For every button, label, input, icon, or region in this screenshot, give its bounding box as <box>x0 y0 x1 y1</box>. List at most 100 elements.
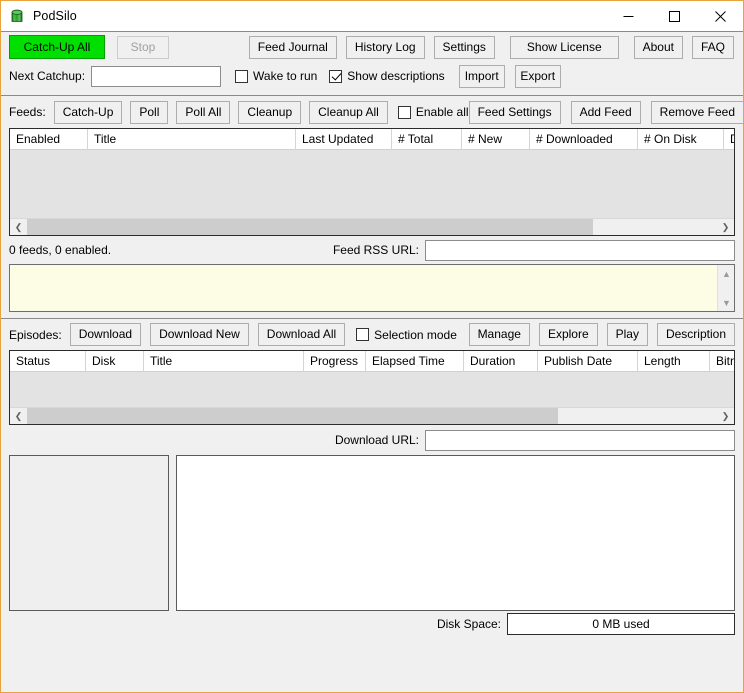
feeds-cleanup-button[interactable]: Cleanup <box>238 100 302 124</box>
add-feed-button[interactable]: Add Feed <box>570 100 641 124</box>
feeds-poll-button[interactable]: Poll <box>130 100 169 124</box>
feeds-hscroll-thumb[interactable] <box>27 218 593 235</box>
stop-button[interactable]: Stop <box>117 35 169 59</box>
feeds-cleanup-all-button[interactable]: Cleanup All <box>309 100 388 124</box>
feed-description-text[interactable] <box>10 265 717 311</box>
feeds-listview[interactable]: Enabled Title Last Updated # Total # New # Do… <box>9 128 735 236</box>
episodes-hscrollbar[interactable]: ❮ ❯ <box>10 407 734 424</box>
maximize-button[interactable] <box>651 1 697 31</box>
episodes-col-status[interactable]: Status <box>10 351 86 372</box>
next-catchup-row: Next Catchup: Wake to run Show descripti… <box>1 62 743 90</box>
scroll-left-icon[interactable]: ❮ <box>10 407 27 424</box>
episodes-hscroll-track[interactable] <box>27 407 717 424</box>
faq-button[interactable]: FAQ <box>691 35 734 59</box>
feeds-hscrollbar[interactable]: ❮ ❯ <box>10 218 734 235</box>
feeds-col-new[interactable]: # New <box>462 129 530 150</box>
show-descriptions-box[interactable] <box>329 69 343 83</box>
episodes-column-header: Status Disk Title Progress Elapsed Time Durat… <box>10 351 734 372</box>
disk-space-label: Disk Space: <box>436 617 501 631</box>
enable-all-label: Enable all <box>415 105 469 119</box>
feed-rss-url-label: Feed RSS URL: <box>332 243 419 257</box>
show-license-button[interactable]: Show License <box>509 35 619 59</box>
feeds-list-body[interactable] <box>10 150 734 218</box>
episodes-listview[interactable]: Status Disk Title Progress Elapsed Time Durat… <box>9 350 735 425</box>
feeds-col-title[interactable]: Title <box>88 129 296 150</box>
explore-button[interactable]: Explore <box>538 323 598 346</box>
feeds-col-disk-m[interactable]: Disk M <box>724 129 734 150</box>
selection-mode-box[interactable] <box>356 328 370 341</box>
feed-description-box[interactable]: ▲ ▼ <box>9 264 735 312</box>
episodes-col-length[interactable]: Length <box>638 351 710 372</box>
feeds-col-downloaded[interactable]: # Downloaded <box>530 129 638 150</box>
show-descriptions-label: Show descriptions <box>347 69 445 83</box>
download-button[interactable]: Download <box>69 323 142 346</box>
minimize-button[interactable] <box>605 1 651 31</box>
manage-button[interactable]: Manage <box>468 323 530 346</box>
feed-journal-button[interactable]: Feed Journal <box>248 35 337 59</box>
download-new-button[interactable]: Download New <box>150 323 249 346</box>
disk-space-row: Disk Space: 0 MB used <box>1 611 743 637</box>
app-window: PodSilo Catch-Up All Stop Feed Journal H… <box>0 0 744 693</box>
episodes-col-bitrate[interactable]: Bitrate <box>710 351 734 372</box>
wake-to-run-checkbox[interactable]: Wake to run <box>235 69 317 83</box>
feed-description-vscrollbar[interactable]: ▲ ▼ <box>717 265 734 311</box>
download-all-button[interactable]: Download All <box>257 323 346 346</box>
window-controls <box>605 1 743 31</box>
episodes-col-progress[interactable]: Progress <box>304 351 366 372</box>
feed-rss-url-input[interactable] <box>425 239 735 261</box>
feeds-col-on-disk[interactable]: # On Disk <box>638 129 724 150</box>
remove-feed-button[interactable]: Remove Feed <box>650 100 744 124</box>
play-button[interactable]: Play <box>606 323 648 346</box>
episodes-label: Episodes: <box>9 327 62 342</box>
settings-button[interactable]: Settings <box>433 35 495 59</box>
selection-mode-label: Selection mode <box>374 327 457 342</box>
feeds-poll-all-button[interactable]: Poll All <box>176 100 231 124</box>
enable-all-box[interactable] <box>397 105 411 119</box>
enable-all-checkbox[interactable]: Enable all <box>397 105 469 119</box>
episodes-col-disk[interactable]: Disk <box>86 351 144 372</box>
feeds-status-row: 0 feeds, 0 enabled. Feed RSS URL: <box>1 236 743 264</box>
episode-artwork-panel[interactable] <box>9 455 169 611</box>
window-title: PodSilo <box>33 9 77 23</box>
episodes-col-elapsed-time[interactable]: Elapsed Time <box>366 351 464 372</box>
feed-settings-button[interactable]: Feed Settings <box>468 100 561 124</box>
show-descriptions-checkbox[interactable]: Show descriptions <box>329 69 445 83</box>
episode-detail-panels <box>9 455 735 611</box>
episodes-col-duration[interactable]: Duration <box>464 351 538 372</box>
episode-description-button[interactable]: Description <box>656 323 735 346</box>
selection-mode-checkbox[interactable]: Selection mode <box>356 328 457 342</box>
close-button[interactable] <box>697 1 743 31</box>
download-url-input[interactable] <box>425 429 735 451</box>
download-url-label: Download URL: <box>334 433 419 447</box>
silo-icon <box>9 8 25 24</box>
episodes-hscroll-thumb[interactable] <box>27 407 559 424</box>
scroll-up-icon[interactable]: ▲ <box>718 265 735 282</box>
disk-space-value: 0 MB used <box>507 613 735 635</box>
main-toolbar: Catch-Up All Stop Feed Journal History L… <box>1 32 743 62</box>
feeds-label: Feeds: <box>9 105 46 119</box>
feeds-status-text: 0 feeds, 0 enabled. <box>9 243 112 257</box>
scroll-left-icon[interactable]: ❮ <box>10 218 27 235</box>
episodes-list-body[interactable] <box>10 372 734 407</box>
download-url-row: Download URL: <box>1 425 743 455</box>
feeds-column-header: Enabled Title Last Updated # Total # New # Do… <box>10 129 734 150</box>
next-catchup-input[interactable] <box>91 65 222 87</box>
episodes-col-title[interactable]: Title <box>144 351 304 372</box>
history-log-button[interactable]: History Log <box>345 35 425 59</box>
feeds-hscroll-track[interactable] <box>27 218 717 235</box>
about-button[interactable]: About <box>633 35 683 59</box>
episodes-col-publish-date[interactable]: Publish Date <box>538 351 638 372</box>
wake-to-run-box[interactable] <box>235 69 249 83</box>
scroll-down-icon[interactable]: ▼ <box>718 294 735 311</box>
scroll-right-icon[interactable]: ❯ <box>717 218 734 235</box>
import-button[interactable]: Import <box>458 64 505 88</box>
feeds-col-last-updated[interactable]: Last Updated <box>296 129 392 150</box>
feeds-col-enabled[interactable]: Enabled <box>10 129 88 150</box>
catchup-all-button[interactable]: Catch-Up All <box>9 35 105 59</box>
scroll-right-icon[interactable]: ❯ <box>717 407 734 424</box>
episodes-toolbar: Episodes: Download Download New Download… <box>1 319 743 350</box>
feeds-col-total[interactable]: # Total <box>392 129 462 150</box>
export-button[interactable]: Export <box>514 64 561 88</box>
episode-notes-panel[interactable] <box>176 455 735 611</box>
feeds-catchup-button[interactable]: Catch-Up <box>53 100 123 124</box>
